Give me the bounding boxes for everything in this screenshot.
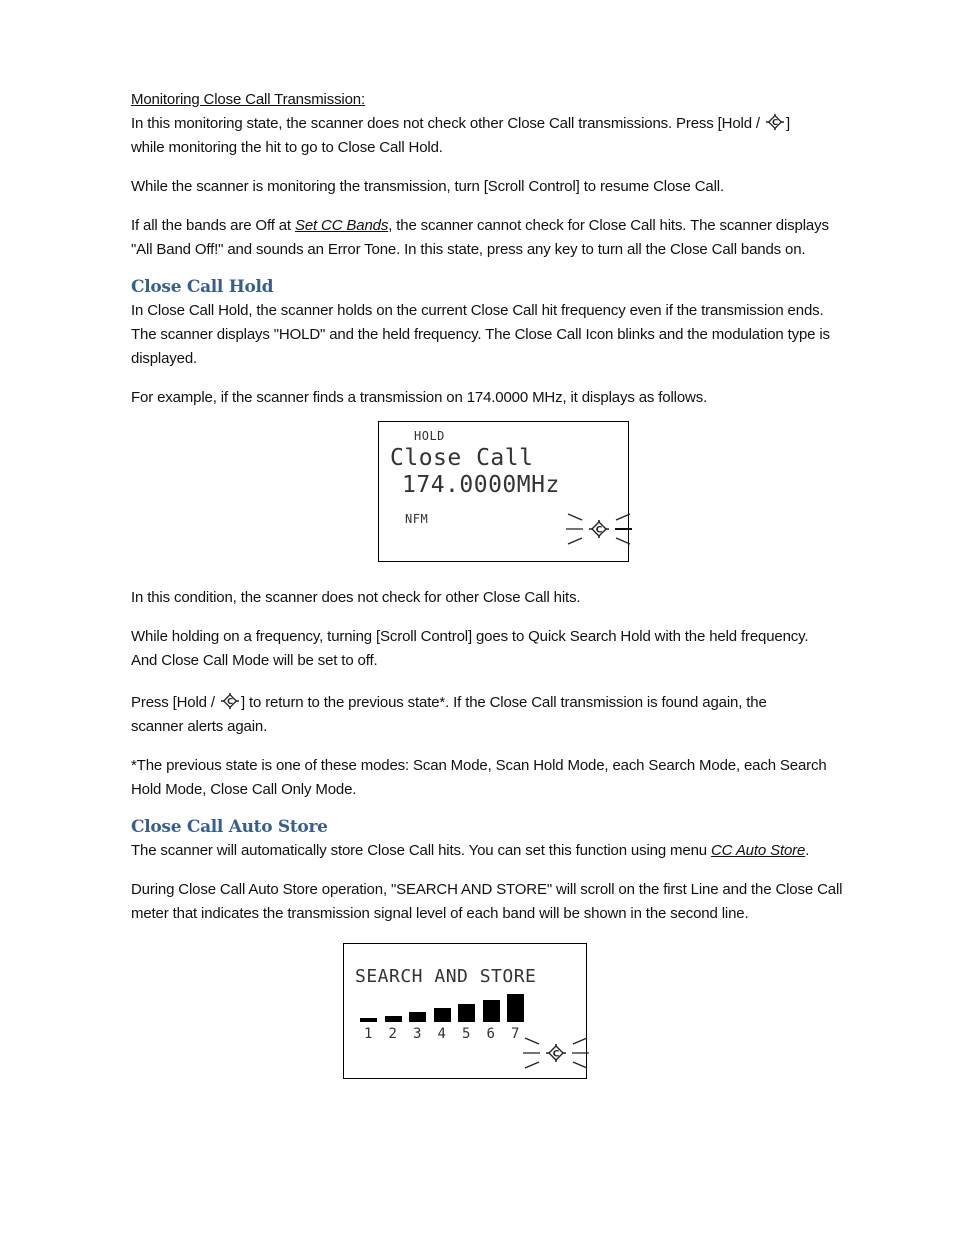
meter-bar-band-6 — [482, 1000, 500, 1022]
meter-band-label: 3 — [413, 1026, 422, 1042]
lcd-title-text: Close Call — [390, 445, 534, 471]
meter-bar-band-2 — [384, 1016, 402, 1022]
meter-band-label: 5 — [462, 1026, 471, 1042]
subheading-monitoring: Monitoring Close Call Transmission: — [131, 91, 366, 108]
heading-close-call-auto-store: Close Call Auto Store — [131, 817, 328, 837]
meter-bar-band-1 — [360, 1018, 377, 1022]
meter-band-label: 1 — [364, 1026, 373, 1042]
close-call-icon — [764, 113, 786, 131]
paragraph-hold-4: While holding on a frequency, turning [S… — [131, 628, 809, 669]
lcd-status-text: HOLD — [414, 429, 445, 443]
close-call-blinking-icon — [566, 513, 632, 545]
lcd-display-auto-store: SEARCH AND STORE 1234567 — [343, 943, 589, 1079]
meter-band-label: 2 — [388, 1026, 398, 1042]
meter-band-label: 7 — [511, 1026, 520, 1042]
cc-auto-store-link[interactable]: CC Auto Store — [711, 842, 805, 859]
meter-band-label: 6 — [486, 1026, 496, 1042]
paragraph-hold-3: In this condition, the scanner does not … — [131, 589, 581, 606]
heading-close-call-hold: Close Call Hold — [131, 277, 274, 297]
paragraph-monitoring-1: In this monitoring state, the scanner do… — [131, 113, 790, 156]
meter-bar-band-5 — [458, 1004, 475, 1022]
set-cc-bands-link[interactable]: Set CC Bands — [295, 217, 388, 234]
close-call-meter — [360, 992, 530, 1022]
paragraph-autostore-1: The scanner will automatically store Clo… — [131, 842, 810, 859]
lcd-modulation-text: NFM — [405, 512, 429, 526]
paragraph-hold-1: In Close Call Hold, the scanner holds on… — [131, 302, 830, 367]
meter-band-label: 4 — [437, 1026, 447, 1042]
close-call-icon — [219, 692, 241, 710]
document-page: Monitoring Close Call Transmission: In t… — [131, 88, 876, 1079]
paragraph-hold-5: Press [Hold / ] to return to the previou… — [131, 692, 767, 735]
paragraph-monitoring-2: While the scanner is monitoring the tran… — [131, 178, 724, 195]
meter-bar-band-3 — [409, 1012, 426, 1022]
paragraph-hold-footnote: *The previous state is one of these mode… — [131, 757, 827, 798]
paragraph-autostore-2: During Close Call Auto Store operation, … — [131, 881, 843, 922]
paragraph-monitoring-3: If all the bands are Off at Set CC Bands… — [131, 217, 829, 258]
meter-bar-band-7 — [507, 994, 524, 1022]
paragraph-hold-2: For example, if the scanner finds a tran… — [131, 389, 708, 406]
lcd-frequency-text: 174.0000MHz — [402, 472, 560, 498]
lcd-line1-text: SEARCH AND STORE — [355, 966, 537, 987]
meter-bar-band-4 — [433, 1008, 451, 1022]
lcd-display-hold: HOLD Close Call 174.0000MHz NFM — [378, 421, 632, 562]
close-call-blinking-icon — [523, 1037, 589, 1069]
